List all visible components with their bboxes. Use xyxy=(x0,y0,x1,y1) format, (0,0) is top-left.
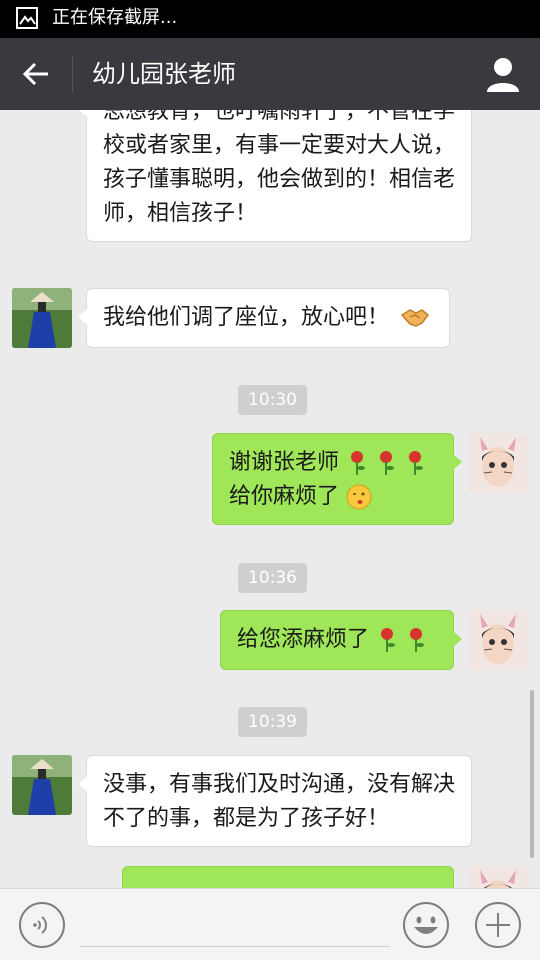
kiss-emoji-icon xyxy=(346,484,372,510)
message-bubble-sent[interactable]: 给您添麻烦了 xyxy=(220,610,462,670)
my-avatar[interactable] xyxy=(468,866,528,888)
message-bubble-received[interactable]: 没事，有事我们及时沟通，没有解决 不了的事，都是为了孩子好！ xyxy=(78,755,472,847)
teacher-avatar[interactable] xyxy=(12,755,72,815)
message-text-line: 孩子懂事聪明，他会做到的！相信老 xyxy=(103,167,456,192)
back-arrow-icon[interactable] xyxy=(14,52,58,96)
message-list[interactable]: 思想教育，也叮嘱雨轩了，不管在学 校或者家里，有事一定要对大人说， 孩子懂事聪明… xyxy=(0,110,540,888)
timestamp: 10:36 xyxy=(238,563,307,593)
contact-info-icon[interactable] xyxy=(480,52,526,98)
screenshot-image-icon xyxy=(16,7,38,29)
chat-title: 幼儿园张老师 xyxy=(92,60,236,88)
message-text-line: 校或者家里，有事一定要对大人说， xyxy=(103,133,456,158)
message-text-input[interactable] xyxy=(80,901,390,947)
chat-scrollbar[interactable] xyxy=(530,690,534,858)
message-bubble-received[interactable]: 我给他们调了座位，放心吧！ xyxy=(78,288,450,348)
timestamp: 10:30 xyxy=(238,385,307,415)
rose-emoji-icon xyxy=(409,451,424,475)
my-avatar[interactable] xyxy=(468,610,528,670)
my-avatar[interactable] xyxy=(468,433,528,493)
status-notification-text: 正在保存截屏... xyxy=(52,7,178,28)
rose-emoji-icon xyxy=(410,628,425,652)
status-bar: 正在保存截屏... xyxy=(0,0,540,38)
more-options-plus-icon[interactable] xyxy=(474,901,522,949)
message-bubble-sent-partial[interactable] xyxy=(122,866,462,888)
header-divider xyxy=(72,56,73,92)
message-bubble-received[interactable]: 思想教育，也叮嘱雨轩了，不管在学 校或者家里，有事一定要对大人说， 孩子懂事聪明… xyxy=(78,110,472,242)
rose-emoji-icon xyxy=(380,451,395,475)
message-text: 我给他们调了座位，放心吧！ xyxy=(103,305,390,330)
message-text-line: 师，相信孩子！ xyxy=(103,201,258,226)
handshake-emoji-icon xyxy=(400,309,430,327)
teacher-avatar[interactable] xyxy=(12,288,72,348)
message-text: 给你麻烦了 xyxy=(229,484,340,509)
message-text-line: 思想教育，也叮嘱雨轩了，不管在学 xyxy=(103,110,456,124)
rose-emoji-icon xyxy=(351,451,366,475)
chat-header: 幼儿园张老师 xyxy=(0,38,540,110)
rose-emoji-icon xyxy=(381,628,396,652)
message-text-line: 没事，有事我们及时沟通，没有解决 xyxy=(103,772,456,797)
message-text-line: 不了的事，都是为了孩子好！ xyxy=(103,806,390,831)
message-text: 谢谢张老师 xyxy=(229,450,340,475)
message-text: 给您添麻烦了 xyxy=(237,627,370,652)
message-text-line: 谢谢张老师 xyxy=(229,446,437,480)
timestamp: 10:39 xyxy=(238,707,307,737)
message-text-line: 给你麻烦了 xyxy=(229,480,437,514)
emoji-picker-icon[interactable] xyxy=(402,901,450,949)
voice-input-icon[interactable] xyxy=(18,901,66,949)
message-input-bar xyxy=(0,888,540,960)
message-bubble-sent[interactable]: 谢谢张老师 给你麻烦了 xyxy=(212,433,462,525)
